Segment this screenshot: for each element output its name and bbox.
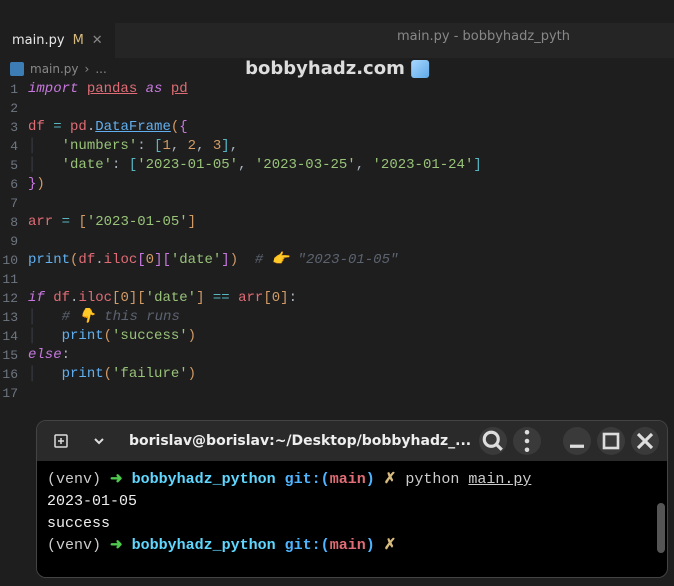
new-tab-button[interactable]	[45, 427, 77, 455]
terminal-line: (venv) ➜ bobbyhadz_python git:(main) ✗ p…	[47, 469, 657, 491]
line-number: 17	[0, 384, 18, 403]
line-number: 3	[0, 118, 18, 137]
terminal-window: borislav@borislav:~/Desktop/bobbyhadz_..…	[36, 420, 668, 578]
line-number-gutter: 1234567891011121314151617	[0, 80, 28, 403]
line-number: 6	[0, 175, 18, 194]
chevron-down-icon[interactable]	[83, 427, 115, 455]
line-number: 9	[0, 232, 18, 251]
breadcrumb-more: ...	[95, 62, 106, 76]
minimize-button[interactable]	[563, 427, 591, 455]
line-number: 12	[0, 289, 18, 308]
terminal-titlebar: borislav@borislav:~/Desktop/bobbyhadz_..…	[37, 421, 667, 461]
code-editor[interactable]: 1234567891011121314151617 import pandas …	[0, 80, 674, 403]
line-number: 1	[0, 80, 18, 99]
line-number: 4	[0, 137, 18, 156]
minimize-icon	[563, 427, 591, 455]
line-number: 8	[0, 213, 18, 232]
tab-modified-indicator: M	[73, 33, 84, 48]
terminal-scrollbar[interactable]	[657, 463, 665, 569]
search-button[interactable]	[479, 427, 507, 455]
watermark: bobbyhadz.com	[245, 58, 429, 79]
tab-bar: main.py M ✕	[0, 23, 674, 58]
menu-button[interactable]	[513, 427, 541, 455]
line-number: 13	[0, 308, 18, 327]
line-number: 2	[0, 99, 18, 118]
tab-filename: main.py	[12, 33, 65, 48]
maximize-button[interactable]	[597, 427, 625, 455]
code-area[interactable]: import pandas as pd df = pd.DataFrame({ …	[28, 80, 674, 403]
terminal-title: borislav@borislav:~/Desktop/bobbyhadz_..…	[121, 433, 473, 449]
window-title: main.py - bobbyhadz_pyth	[397, 29, 570, 44]
line-number: 7	[0, 194, 18, 213]
scrollbar-thumb[interactable]	[657, 503, 665, 553]
line-number: 14	[0, 327, 18, 346]
terminal-line: (venv) ➜ bobbyhadz_python git:(main) ✗	[47, 535, 657, 557]
close-icon	[631, 427, 659, 455]
line-number: 5	[0, 156, 18, 175]
maximize-icon	[597, 427, 625, 455]
cube-icon	[411, 60, 429, 78]
line-number: 15	[0, 346, 18, 365]
terminal-body[interactable]: (venv) ➜ bobbyhadz_python git:(main) ✗ p…	[37, 461, 667, 577]
search-icon	[479, 427, 507, 455]
python-file-icon	[10, 62, 24, 76]
line-number: 11	[0, 270, 18, 289]
kebab-menu-icon	[513, 427, 541, 455]
tab-main-py[interactable]: main.py M ✕	[0, 23, 115, 58]
terminal-output: success	[47, 513, 657, 535]
line-number: 10	[0, 251, 18, 270]
plus-box-icon	[53, 433, 69, 449]
line-number: 16	[0, 365, 18, 384]
breadcrumb-sep: ›	[85, 62, 90, 76]
breadcrumb-file: main.py	[30, 62, 79, 76]
close-icon[interactable]: ✕	[92, 33, 103, 48]
terminal-output: 2023-01-05	[47, 491, 657, 513]
watermark-text: bobbyhadz.com	[245, 58, 405, 79]
close-button[interactable]	[631, 427, 659, 455]
